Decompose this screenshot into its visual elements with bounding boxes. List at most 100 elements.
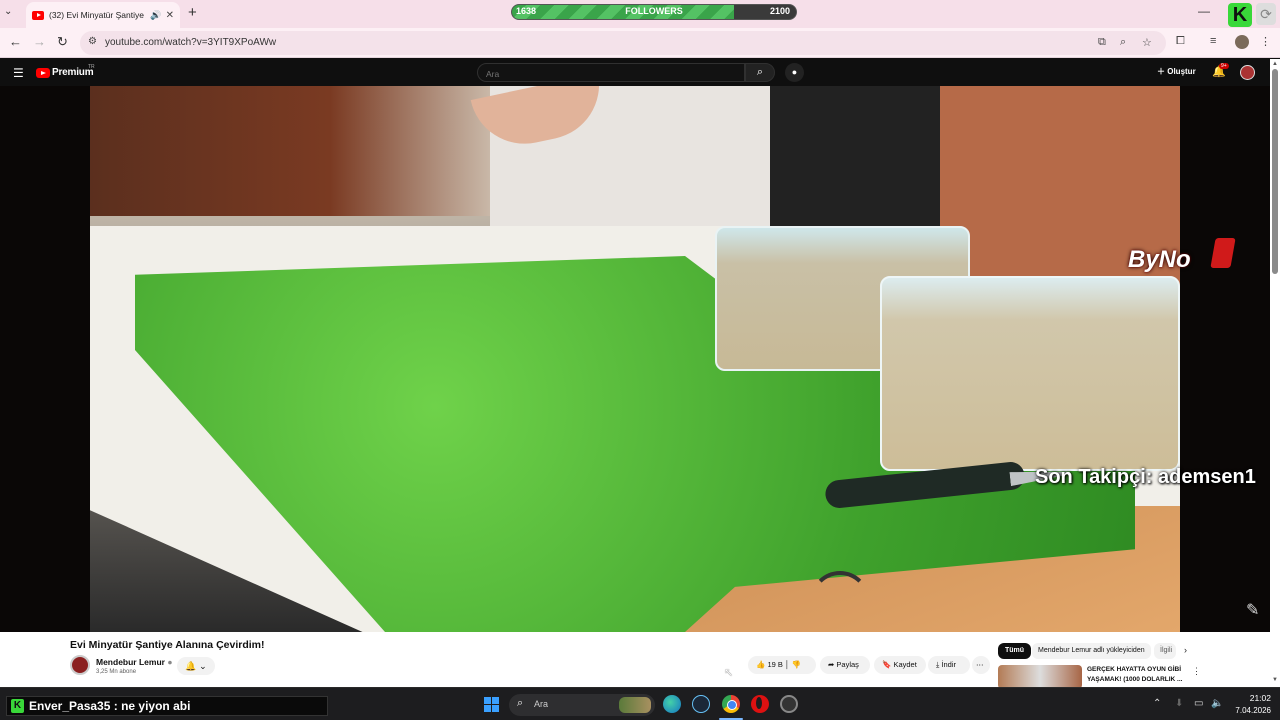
search-highlight-image bbox=[619, 697, 651, 713]
scroll-thumb[interactable] bbox=[1272, 69, 1278, 274]
user-avatar[interactable] bbox=[1240, 65, 1255, 80]
youtube-header: ☰ Premium TR ⌕ ● ＋ Oluştur 🔔 9+ bbox=[0, 59, 1270, 86]
download-icon: ⤓ bbox=[936, 660, 940, 669]
extensions-icon[interactable]: ⧠ bbox=[1176, 35, 1185, 48]
volume-icon[interactable]: 🔈 bbox=[1211, 698, 1223, 709]
clock-date[interactable]: 7.04.2026 bbox=[1230, 706, 1271, 715]
reload-icon[interactable]: ↻ bbox=[57, 34, 68, 50]
tab-search-button[interactable]: ⌄ bbox=[4, 6, 12, 17]
bookmark-star-icon[interactable]: ☆ bbox=[1142, 36, 1152, 49]
search-input[interactable] bbox=[478, 65, 744, 83]
video-player[interactable] bbox=[0, 86, 1270, 632]
chevron-down-icon: ⌄ bbox=[199, 661, 207, 671]
site-info-icon[interactable]: ⚙ bbox=[88, 36, 97, 47]
chip-uploader[interactable]: Mendebur Lemur adlı yükleyiciden bbox=[1032, 643, 1151, 659]
download-button[interactable]: ⤓ İndir bbox=[928, 656, 970, 674]
scroll-down-arrow-icon[interactable]: ▼ bbox=[1272, 677, 1278, 683]
followers-goal: 2100 bbox=[769, 6, 790, 16]
recommended-video-thumbnail[interactable] bbox=[998, 665, 1082, 689]
share-icon: ➦ bbox=[828, 660, 835, 669]
install-app-icon[interactable]: ⧉ bbox=[1098, 36, 1106, 49]
browser-toolbar: ← → ↻ ⚙ youtube.com/watch?v=3YIT9XPoAWw … bbox=[0, 28, 1280, 58]
new-tab-button[interactable]: + bbox=[188, 4, 197, 21]
create-button[interactable]: ＋ Oluştur bbox=[1157, 66, 1196, 77]
kick-logo-secondary-icon: ⟳ bbox=[1256, 3, 1276, 25]
voice-search-button[interactable]: ● bbox=[785, 63, 804, 82]
search-icon: ⌕ bbox=[756, 66, 764, 78]
video-title: Evi Minyatür Şantiye Alanına Çevirdim! bbox=[70, 639, 265, 651]
media-control-icon[interactable]: ≡ bbox=[1210, 35, 1216, 47]
page-scrollbar[interactable]: ▲ ▼ bbox=[1270, 59, 1280, 687]
browser-tab-strip: ⌄ (32) Evi Minyatür Şantiye Al 🔊 ✕ + 163… bbox=[0, 0, 1280, 28]
last-follower-text: Son Takipçi: ademsen1 bbox=[1035, 466, 1256, 488]
followers-goal-bar: 1638 FOLLOWERS 2100 bbox=[511, 4, 797, 20]
create-label: Oluştur bbox=[1167, 67, 1196, 76]
browser-menu-icon[interactable]: ⋮ bbox=[1260, 35, 1271, 48]
cursor-pen-icon: ✎ bbox=[1246, 602, 1260, 619]
browser-tab-active[interactable]: (32) Evi Minyatür Şantiye Al 🔊 ✕ bbox=[26, 2, 180, 28]
channel-name[interactable]: Mendebur Lemur ● bbox=[96, 657, 172, 667]
followers-label: FOLLOWERS bbox=[625, 6, 683, 16]
clock-time[interactable]: 21:02 bbox=[1243, 693, 1271, 703]
video-scene-scissors bbox=[810, 571, 870, 631]
chevron-up-icon[interactable]: ⌃ bbox=[1153, 698, 1161, 709]
chip-related[interactable]: İlgili bbox=[1154, 643, 1176, 659]
chrome-app-icon[interactable] bbox=[722, 695, 740, 713]
thumbs-up-icon: 👍 bbox=[756, 660, 766, 669]
video-scene-background bbox=[90, 86, 490, 216]
chip-all[interactable]: Tümü bbox=[998, 643, 1032, 659]
stream-chat-overlay: K Enver_Pasa35 : ne yiyon abi bbox=[6, 696, 328, 716]
video-scene-container bbox=[880, 276, 1180, 471]
recommended-video-title[interactable]: GERÇEK HAYATTA OYUN GİBİ YAŞAMAK! (1000 … bbox=[1087, 665, 1185, 685]
taskbar-search-placeholder: Ara bbox=[534, 699, 549, 709]
search-icon: ⌕ bbox=[517, 697, 524, 709]
address-bar[interactable]: ⚙ youtube.com/watch?v=3YIT9XPoAWw ⧉ ⌕ ☆ bbox=[80, 31, 1166, 55]
microphone-icon: ● bbox=[791, 67, 798, 77]
scroll-up-arrow-icon[interactable]: ▲ bbox=[1272, 61, 1278, 67]
kick-chat-icon: K bbox=[11, 699, 24, 713]
search-box[interactable] bbox=[477, 63, 745, 83]
recommended-video-menu-icon[interactable]: ⋮ bbox=[1192, 666, 1201, 677]
hamburger-menu-icon[interactable]: ☰ bbox=[13, 66, 24, 80]
youtube-favicon-icon bbox=[32, 10, 44, 20]
window-minimize-button[interactable]: — bbox=[1198, 4, 1210, 18]
speaker-icon[interactable]: 🔊 bbox=[150, 10, 161, 21]
byno-logo: ByNo bbox=[1128, 246, 1191, 273]
verified-icon: ● bbox=[167, 657, 173, 667]
zoom-icon[interactable]: ⌕ bbox=[1120, 36, 1126, 49]
browser-profile-avatar[interactable] bbox=[1235, 35, 1249, 49]
edge-app-icon[interactable] bbox=[663, 695, 681, 713]
kick-logo-icon: K bbox=[1228, 3, 1252, 27]
url-text[interactable]: youtube.com/watch?v=3YIT9XPoAWw bbox=[105, 37, 276, 48]
like-button[interactable]: 👍 19 B │ 👎 bbox=[748, 656, 816, 674]
steam-app-icon[interactable] bbox=[692, 695, 710, 713]
tray-app-icon[interactable]: ⬇ bbox=[1175, 698, 1183, 709]
back-arrow-icon[interactable]: ← bbox=[9, 34, 22, 49]
plus-icon: ＋ bbox=[1157, 67, 1165, 76]
tab-close-button[interactable]: ✕ bbox=[166, 10, 174, 21]
notifications-badge: 9+ bbox=[1219, 63, 1229, 69]
share-button[interactable]: ➦ Paylaş bbox=[820, 656, 870, 674]
thumbs-down-icon[interactable]: 👎 bbox=[792, 660, 801, 669]
windows-taskbar: K Enver_Pasa35 : ne yiyon abi ⌕ Ara ⌃ ⬇ … bbox=[0, 687, 1280, 720]
save-button[interactable]: 🔖 Kaydet bbox=[874, 656, 926, 674]
network-icon[interactable]: ▭ bbox=[1194, 698, 1203, 709]
app-icon[interactable] bbox=[780, 695, 798, 713]
windows-start-icon[interactable] bbox=[484, 697, 500, 713]
opera-gx-app-icon[interactable] bbox=[751, 695, 769, 713]
chevron-right-icon[interactable]: › bbox=[1184, 645, 1187, 655]
channel-avatar[interactable] bbox=[70, 655, 90, 675]
taskbar-search[interactable]: ⌕ Ara bbox=[509, 694, 655, 716]
chat-message: Enver_Pasa35 : ne yiyon abi bbox=[29, 699, 191, 713]
forward-arrow-icon[interactable]: → bbox=[33, 34, 46, 49]
bookmark-icon: 🔖 bbox=[882, 660, 892, 669]
video-info-section: Evi Minyatür Şantiye Alanına Çevirdim! M… bbox=[0, 632, 1270, 689]
channel-subscribers: 3,25 Mn abone bbox=[96, 669, 137, 675]
youtube-logo-icon[interactable] bbox=[36, 68, 50, 78]
tab-title: (32) Evi Minyatür Şantiye Al bbox=[49, 10, 147, 20]
search-button[interactable]: ⌕ bbox=[745, 63, 775, 82]
video-frame[interactable] bbox=[90, 86, 1180, 632]
more-actions-button[interactable]: ⋯ bbox=[972, 656, 990, 674]
subscribed-bell-button[interactable]: 🔔 ⌄ bbox=[177, 657, 215, 675]
bell-icon: 🔔 bbox=[185, 661, 197, 671]
